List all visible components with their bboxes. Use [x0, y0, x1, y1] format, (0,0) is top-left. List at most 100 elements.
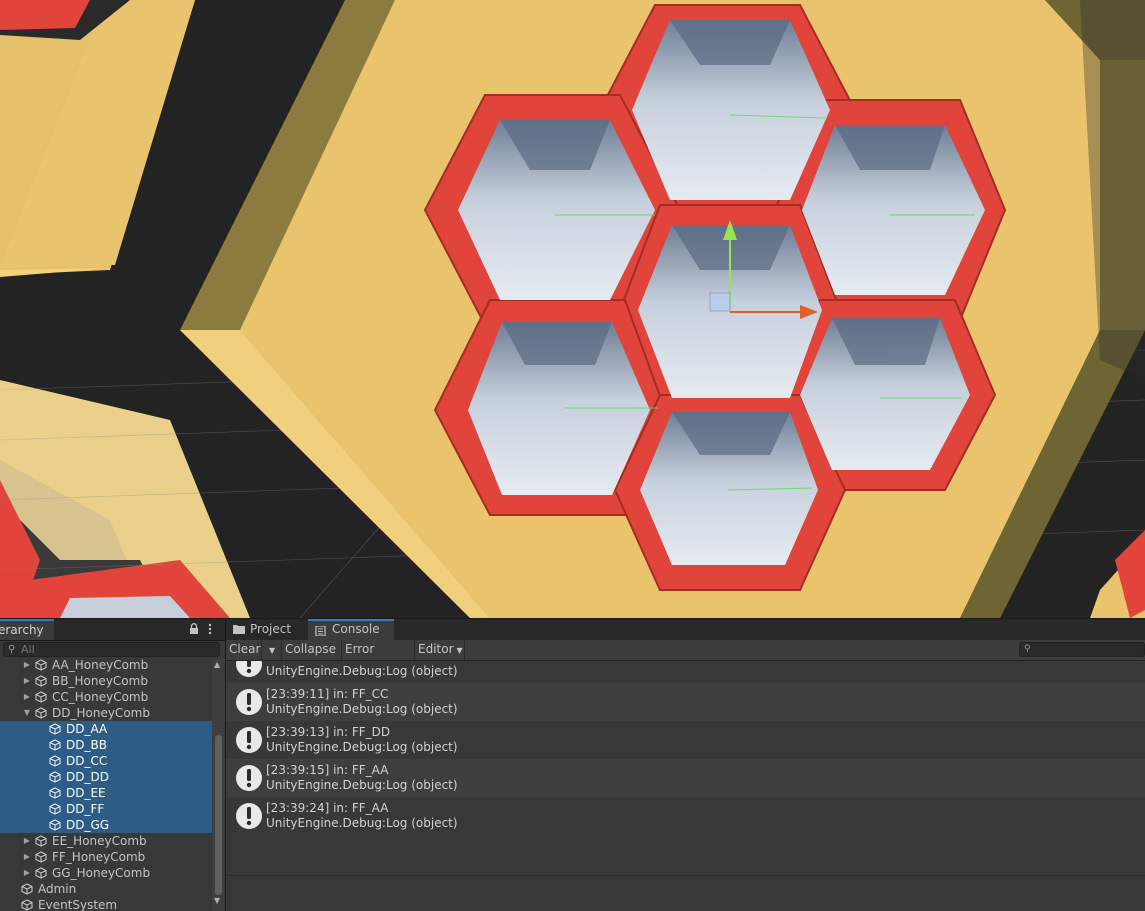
gameobject-cube-icon	[49, 803, 61, 815]
editor-label: Editor	[418, 642, 454, 656]
tab-console-label: Console	[332, 622, 380, 636]
console-message-text: [23:39:15] in: FF_AA	[266, 763, 389, 777]
console-message-text: [23:39:11] in: FF_CC	[266, 687, 389, 701]
clear-button-label: Clear	[229, 642, 261, 656]
console-message-stacktrace: UnityEngine.Debug:Log (object)	[266, 740, 458, 754]
console-message[interactable]: UnityEngine.Debug:Log (object)	[226, 661, 1145, 683]
hierarchy-item[interactable]: ▶ CC_HoneyComb	[0, 689, 212, 705]
hierarchy-item[interactable]: DD_DD	[0, 769, 212, 785]
tab-project[interactable]: Project	[226, 619, 306, 640]
hierarchy-item[interactable]: DD_FF	[0, 801, 212, 817]
hierarchy-search-input[interactable]	[21, 643, 211, 656]
console-message[interactable]: [23:39:24] in: FF_AA UnityEngine.Debug:Lo…	[226, 797, 1145, 835]
gameobject-cube-icon	[35, 691, 47, 703]
kebab-menu-icon[interactable]	[207, 623, 213, 635]
console-message[interactable]: [23:39:15] in: FF_AA UnityEngine.Debug:Lo…	[226, 759, 1145, 797]
console-message[interactable]: [23:39:13] in: FF_DD UnityEngine.Debug:Lo…	[226, 721, 1145, 759]
info-exclamation-icon	[236, 765, 262, 791]
folder-icon	[233, 625, 245, 634]
gameobject-cube-icon	[49, 771, 61, 783]
error-pause-toggle[interactable]: Error Pause	[342, 640, 415, 675]
hierarchy-scrollbar[interactable]: ▲ ▼	[212, 659, 225, 911]
hierarchy-item[interactable]: DD_EE	[0, 785, 212, 801]
hierarchy-item[interactable]: ▶ FF_HoneyComb	[0, 849, 212, 865]
gameobject-cube-icon	[35, 867, 47, 879]
console-message-text: [23:39:13] in: FF_DD	[266, 725, 391, 739]
console-icon	[315, 626, 326, 636]
clear-button[interactable]: Clear	[226, 640, 262, 660]
collapse-toggle[interactable]: Collapse	[282, 640, 342, 660]
console-message-stacktrace: UnityEngine.Debug:Log (object)	[266, 778, 458, 792]
hierarchy-tabbar: erarchy	[0, 619, 225, 641]
console-message-list: UnityEngine.Debug:Log (object) [23:39:11]…	[226, 661, 1145, 911]
gameobject-cube-icon	[49, 787, 61, 799]
collapsed-arrow-icon[interactable]: ▶	[22, 689, 32, 705]
scroll-down-icon[interactable]: ▼	[214, 896, 220, 905]
console-message-stacktrace: UnityEngine.Debug:Log (object)	[266, 702, 458, 716]
gizmo-plane-handle	[709, 292, 731, 312]
collapse-label: Collapse	[285, 642, 336, 656]
editor-dropdown[interactable]: Editor ▼	[415, 640, 465, 660]
hierarchy-item-label: DD_AA	[66, 722, 108, 736]
scrollbar-thumb[interactable]	[215, 735, 222, 895]
hierarchy-tree: ▶ AA_HoneyComb ▶ BB_HoneyComb ▶ CC_HoneyComb ▼…	[0, 659, 212, 911]
hierarchy-item[interactable]: DD_BB	[0, 737, 212, 753]
hierarchy-item[interactable]: Admin	[0, 881, 212, 897]
tab-project-label: Project	[250, 622, 292, 636]
scroll-up-icon[interactable]: ▲	[214, 660, 220, 669]
hierarchy-item[interactable]: DD_GG	[0, 817, 212, 833]
console-search-input[interactable]: ⚲	[1019, 642, 1145, 657]
hierarchy-item-label: EventSystem	[38, 898, 118, 911]
gameobject-cube-icon	[49, 755, 61, 767]
hierarchy-panel: erarchy ⚲ ▶ AA_HoneyComb ▶ BB_HoneyComb ▶ CC_…	[0, 619, 225, 911]
hierarchy-item-label: Admin	[38, 882, 77, 896]
hierarchy-item[interactable]: ▶ GG_HoneyComb	[0, 865, 212, 881]
gameobject-cube-icon	[35, 675, 47, 687]
hierarchy-item-label: EE_HoneyComb	[52, 834, 147, 848]
hierarchy-item[interactable]: ▼ DD_HoneyComb	[0, 705, 212, 721]
console-toolbar: Clear ▼ Collapse Error Pause Editor▼ ⚲	[226, 640, 1145, 675]
hierarchy-item[interactable]: DD_AA	[0, 721, 212, 737]
hierarchy-item[interactable]: EventSystem	[0, 897, 212, 911]
hierarchy-item[interactable]: ▶ EE_HoneyComb	[0, 833, 212, 849]
expanded-arrow-icon[interactable]: ▼	[22, 705, 32, 721]
collapsed-arrow-icon[interactable]: ▶	[22, 865, 32, 881]
scene-view[interactable]	[0, 0, 1145, 618]
hierarchy-item-label: AA_HoneyComb	[52, 659, 149, 672]
lock-icon[interactable]	[189, 623, 199, 635]
chevron-down-icon: ▼	[269, 646, 276, 655]
hierarchy-item-label: DD_GG	[66, 818, 110, 832]
hierarchy-item-label: DD_HoneyComb	[52, 706, 150, 720]
gameobject-cube-icon	[21, 883, 33, 895]
collapsed-arrow-icon[interactable]: ▶	[22, 659, 32, 673]
console-message-stacktrace: UnityEngine.Debug:Log (object)	[266, 664, 458, 678]
tab-console[interactable]: Console	[308, 619, 394, 640]
hierarchy-item[interactable]: ▶ AA_HoneyComb	[0, 659, 212, 673]
gameobject-cube-icon	[35, 659, 47, 671]
hierarchy-item-label: DD_CC	[66, 754, 108, 768]
collapsed-arrow-icon[interactable]: ▶	[22, 849, 32, 865]
clear-options-dropdown[interactable]: ▼	[262, 640, 282, 660]
gameobject-cube-icon	[49, 739, 61, 751]
hierarchy-item-label: GG_HoneyComb	[52, 866, 151, 880]
console-panel: Project Console Clear ▼ Collapse Error P…	[226, 619, 1145, 911]
tab-hierarchy[interactable]: erarchy	[0, 619, 54, 640]
hierarchy-search[interactable]: ⚲	[3, 642, 220, 657]
console-tabbar: Project Console	[226, 619, 1145, 641]
collapsed-arrow-icon[interactable]: ▶	[22, 673, 32, 689]
chevron-down-icon: ▼	[456, 646, 463, 655]
console-message[interactable]: [23:39:11] in: FF_CC UnityEngine.Debug:Lo…	[226, 683, 1145, 721]
hierarchy-item[interactable]: ▶ BB_HoneyComb	[0, 673, 212, 689]
info-exclamation-icon	[236, 803, 262, 829]
collapsed-arrow-icon[interactable]: ▶	[22, 833, 32, 849]
hierarchy-item-label: DD_FF	[66, 802, 105, 816]
scene-viewport[interactable]	[0, 0, 1145, 618]
hierarchy-item-label: CC_HoneyComb	[52, 690, 149, 704]
gameobject-cube-icon	[49, 723, 61, 735]
console-message-text: [23:39:24] in: FF_AA	[266, 801, 389, 815]
info-exclamation-icon	[236, 661, 262, 677]
gameobject-cube-icon	[49, 819, 61, 831]
hierarchy-item[interactable]: DD_CC	[0, 753, 212, 769]
hierarchy-item-label: DD_BB	[66, 738, 107, 752]
console-list-end-divider	[226, 875, 1145, 876]
